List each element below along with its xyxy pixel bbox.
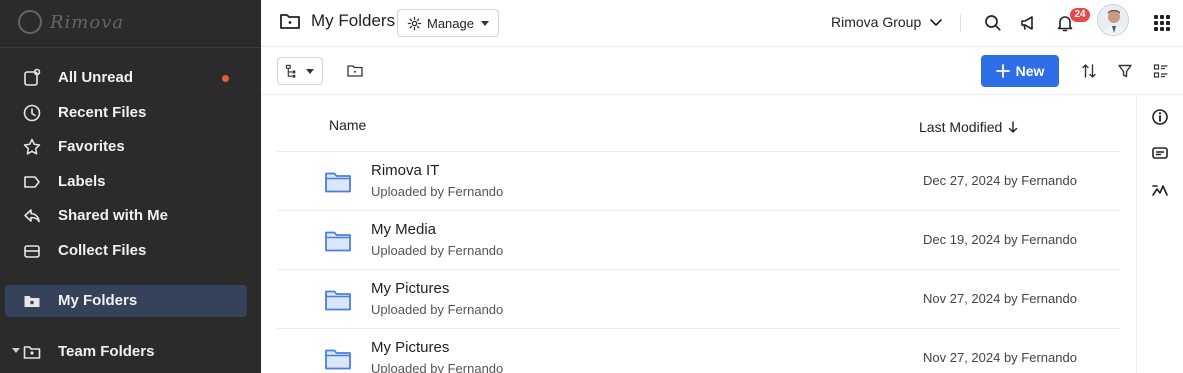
sidebar-divider [0,47,261,48]
table-row[interactable]: My Pictures Uploaded by Fernando Nov 27,… [277,329,1120,373]
file-name[interactable]: Rimova IT [371,162,439,179]
chevron-down-icon[interactable] [12,348,20,353]
sidebar-item-label: My Folders [58,292,138,309]
sidebar-item-label: Labels [58,173,106,190]
share-icon [24,209,40,223]
chevron-down-icon [930,19,943,26]
file-name[interactable]: My Pictures [371,280,449,297]
collect-icon [24,245,40,258]
file-uploader: Uploaded by Fernando [371,302,504,317]
folder-icon [325,290,351,311]
table-row[interactable]: My Pictures Uploaded by Fernando Nov 27,… [277,270,1120,329]
clock-icon [23,104,41,122]
sidebar-item-label: Team Folders [58,343,155,360]
sidebar-item-label: All Unread [58,69,134,86]
plus-icon [995,64,1010,78]
file-modified: Nov 27, 2024 by Fernando [923,350,1077,365]
sidebar-item-team-folders[interactable]: Team Folders [5,336,247,368]
user-photo-icon [1098,5,1128,35]
folder-icon [24,296,40,307]
file-name[interactable]: My Media [371,221,436,238]
table-row[interactable]: My Media Uploaded by Fernando Dec 19, 20… [277,211,1120,270]
org-name: Rimova Group [831,14,922,30]
chevron-down-icon [481,21,489,26]
announcement-icon[interactable] [1018,13,1038,33]
folder-icon[interactable] [347,64,363,78]
sidebar-item-all-unread[interactable]: All Unread [5,62,247,94]
app-logo[interactable]: Rimova [18,8,158,36]
logo-text: Rimova [50,11,125,33]
notification-badge: 24 [1070,8,1090,22]
right-rail [1136,95,1183,373]
sidebar: Rimova All Unread Recent Files Favorites… [0,0,261,373]
folder-icon [325,172,351,193]
search-icon[interactable] [983,13,1003,33]
new-label: New [1015,63,1045,79]
sidebar-item-recent-files[interactable]: Recent Files [5,97,247,129]
top-bar: My Folders Manage Rimova Group 24 [261,0,1183,47]
list-view-icon[interactable] [1153,63,1169,79]
gear-icon [407,16,422,31]
file-uploader: Uploaded by Fernando [371,184,504,199]
new-button[interactable]: New [981,55,1059,87]
unread-indicator [222,75,229,82]
label-icon [24,176,40,188]
activity-icon[interactable] [1151,181,1169,199]
sidebar-item-labels[interactable]: Labels [5,166,247,198]
sort-icon[interactable] [1081,62,1097,80]
folder-icon [325,231,351,252]
column-header-label: Last Modified [919,119,1003,135]
sidebar-item-label: Favorites [58,138,125,155]
sidebar-item-my-folders[interactable]: My Folders [5,285,247,317]
comment-icon[interactable] [1151,144,1169,162]
toolbar: New [261,47,1183,95]
sidebar-item-label: Shared with Me [58,207,169,224]
star-icon [23,138,41,155]
file-modified: Dec 27, 2024 by Fernando [923,173,1077,188]
team-folder-icon [23,346,41,359]
file-uploader: Uploaded by Fernando [371,361,504,373]
table-row[interactable]: Rimova IT Uploaded by Fernando Dec 27, 2… [277,152,1120,211]
logo-mark-icon [18,10,42,34]
manage-button[interactable]: Manage [397,9,499,37]
org-switcher[interactable]: Rimova Group [831,14,943,30]
arrow-down-icon [1009,120,1018,133]
page-title-group: My Folders [279,11,395,31]
chevron-down-icon [306,69,314,74]
sidebar-item-label: Collect Files [58,242,147,259]
tree-view-toggle[interactable] [277,57,323,85]
avatar[interactable] [1097,4,1129,36]
tree-view-icon [285,64,296,78]
file-modified: Nov 27, 2024 by Fernando [923,291,1077,306]
manage-label: Manage [427,16,474,31]
file-uploader: Uploaded by Fernando [371,243,504,258]
file-name[interactable]: My Pictures [371,339,449,356]
sidebar-item-shared-with-me[interactable]: Shared with Me [5,200,247,232]
table-header: Name Last Modified [277,95,1120,152]
app-grid-icon[interactable] [1154,15,1170,31]
sidebar-item-label: Recent Files [58,104,147,121]
file-modified: Dec 19, 2024 by Fernando [923,232,1077,247]
header-divider [960,14,961,32]
filter-icon[interactable] [1117,63,1133,79]
column-header-last-modified[interactable]: Last Modified [919,119,1018,135]
folder-icon [325,349,351,370]
file-table: Name Last Modified Rimova IT Uploaded by… [277,95,1120,373]
info-icon[interactable] [1151,108,1169,126]
sidebar-item-collect-files[interactable]: Collect Files [5,235,247,267]
column-header-name[interactable]: Name [329,117,366,133]
folder-icon [280,14,300,29]
page-title: My Folders [311,11,396,30]
sidebar-item-favorites[interactable]: Favorites [5,131,247,163]
unread-icon [24,68,41,86]
